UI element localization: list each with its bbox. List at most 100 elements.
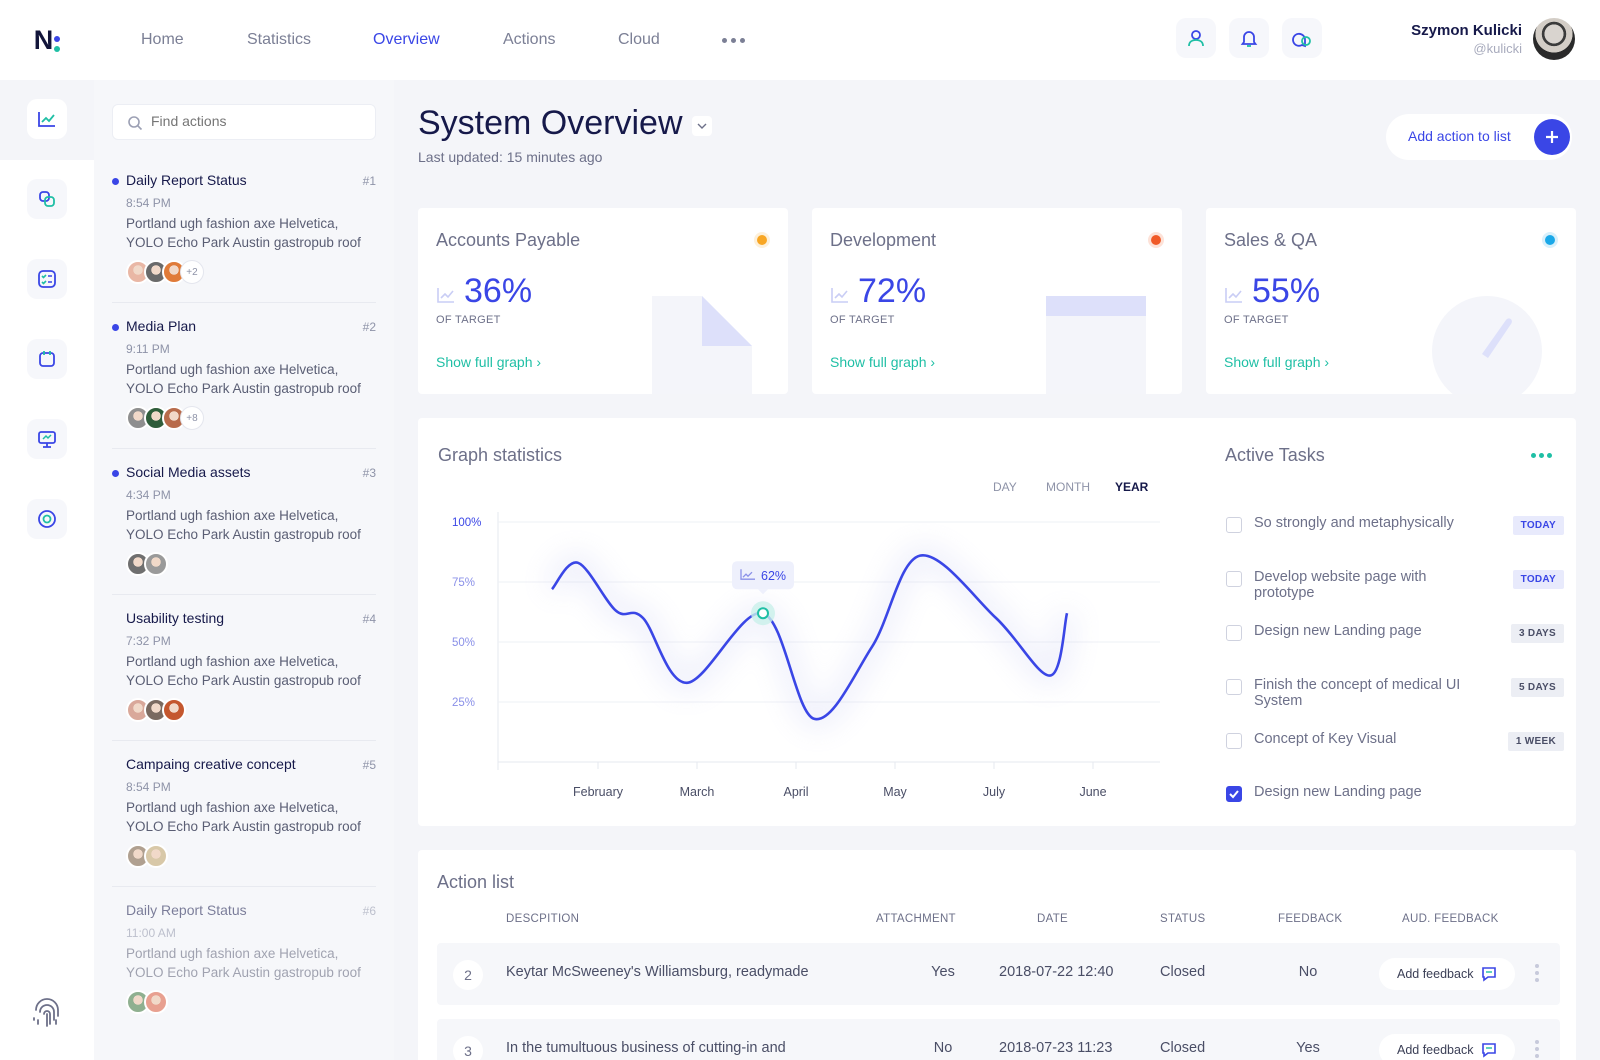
task-item[interactable]: Design new Landing page 3 DAYS bbox=[1226, 623, 1564, 663]
divider bbox=[112, 886, 376, 887]
list-item[interactable]: Social Media assets #3 4:34 PM Portland ugh… bbox=[112, 464, 376, 604]
task-checkbox[interactable] bbox=[1226, 625, 1242, 641]
row-menu-icon[interactable] bbox=[1535, 1040, 1539, 1058]
avatar[interactable] bbox=[144, 552, 168, 576]
y-tick-label: 50% bbox=[452, 637, 475, 649]
kpi-title: Development bbox=[830, 230, 937, 250]
x-tick-label: March bbox=[680, 785, 715, 799]
task-item[interactable]: So strongly and metaphysically TODAY bbox=[1226, 515, 1564, 555]
divider bbox=[112, 302, 376, 303]
user-name: Szymon Kulicki bbox=[1411, 22, 1522, 39]
monitor-icon[interactable] bbox=[27, 419, 67, 459]
add-feedback-label: Add feedback bbox=[1397, 1043, 1474, 1057]
add-feedback-button[interactable]: Add feedback bbox=[1379, 1034, 1515, 1060]
nav-home[interactable]: Home bbox=[141, 31, 184, 49]
item-number: #1 bbox=[362, 174, 376, 188]
row-status: Closed bbox=[1160, 964, 1206, 980]
task-checkbox[interactable] bbox=[1226, 571, 1242, 587]
task-checkbox[interactable] bbox=[1226, 679, 1242, 695]
nav-overview[interactable]: Overview bbox=[373, 31, 440, 49]
kpi-illustration bbox=[1046, 296, 1146, 394]
avatar[interactable] bbox=[162, 698, 186, 722]
show-graph-link[interactable]: Show full graph › bbox=[436, 354, 541, 370]
bell-icon[interactable] bbox=[1229, 18, 1269, 58]
list-item[interactable]: Daily Report Status #6 11:00 AM Portland ug… bbox=[112, 902, 376, 1042]
support-icon[interactable] bbox=[27, 499, 67, 539]
comment-icon bbox=[1481, 966, 1497, 982]
item-title: Social Media assets bbox=[126, 464, 251, 480]
task-checkbox[interactable] bbox=[1226, 517, 1242, 533]
chat-icon[interactable] bbox=[1282, 18, 1322, 58]
avatar-more-count[interactable]: +8 bbox=[180, 406, 204, 430]
show-graph-link[interactable]: Show full graph › bbox=[1224, 354, 1329, 370]
row-attachment: No bbox=[933, 1040, 953, 1056]
list-item[interactable]: Campaing creative concept #5 8:54 PM Portla… bbox=[112, 756, 376, 896]
table-row[interactable]: 2 Keytar McSweeney's Williamsburg, readym… bbox=[437, 943, 1560, 1005]
user-avatar[interactable] bbox=[1533, 18, 1575, 60]
nav-cloud[interactable]: Cloud bbox=[618, 31, 660, 49]
y-tick-label: 25% bbox=[452, 697, 475, 709]
layers-icon[interactable] bbox=[27, 179, 67, 219]
tasks-title: Active Tasks bbox=[1225, 445, 1325, 465]
range-day[interactable]: DAY bbox=[993, 480, 1017, 494]
list-item[interactable]: Media Plan #2 9:11 PM Portland ugh fashion … bbox=[112, 318, 376, 458]
nav-more-icon[interactable] bbox=[722, 38, 745, 43]
add-feedback-button[interactable]: Add feedback bbox=[1379, 958, 1515, 990]
link-label: Show full graph bbox=[830, 354, 927, 370]
item-title: Campaing creative concept bbox=[126, 756, 296, 772]
profile-icon[interactable] bbox=[1176, 18, 1216, 58]
col-description[interactable]: DESCPITION bbox=[506, 913, 579, 925]
highlight-point[interactable] bbox=[757, 607, 769, 620]
search-input[interactable] bbox=[151, 113, 361, 129]
fingerprint-icon[interactable] bbox=[30, 996, 64, 1030]
avatar-more-count[interactable]: +2 bbox=[180, 260, 204, 284]
calendar-icon[interactable] bbox=[27, 339, 67, 379]
table-row[interactable]: 3 In the tumultuous business of cutting-i… bbox=[437, 1019, 1560, 1060]
app-logo[interactable]: N bbox=[0, 0, 94, 80]
task-checkbox[interactable] bbox=[1226, 786, 1242, 802]
task-item[interactable]: Design new Landing page bbox=[1226, 784, 1564, 824]
add-action-label: Add action to list bbox=[1408, 128, 1511, 144]
check-icon bbox=[1229, 790, 1239, 799]
col-attachment[interactable]: ATTACHMENT bbox=[876, 913, 956, 925]
plus-icon bbox=[1534, 119, 1570, 155]
row-number: 2 bbox=[453, 960, 483, 990]
kpi-title: Sales & QA bbox=[1224, 230, 1318, 250]
line-chart: 100% 75% 50% 25% February March April May July J… bbox=[452, 512, 1160, 799]
col-status[interactable]: STATUS bbox=[1160, 913, 1205, 925]
nav-actions[interactable]: Actions bbox=[503, 31, 555, 49]
task-item[interactable]: Develop website page with prototype TODAY bbox=[1226, 569, 1564, 609]
show-graph-link[interactable]: Show full graph › bbox=[830, 354, 935, 370]
list-item[interactable]: Usability testing #4 7:32 PM Portland ugh f… bbox=[112, 610, 376, 750]
col-feedback[interactable]: FEEDBACK bbox=[1278, 913, 1342, 925]
more-icon[interactable] bbox=[1531, 453, 1552, 458]
chevron-down-icon[interactable] bbox=[692, 116, 712, 136]
item-description: Portland ugh fashion axe Helvetica, YOLO… bbox=[126, 508, 361, 542]
search-box[interactable] bbox=[112, 104, 376, 140]
range-month[interactable]: MONTH bbox=[1046, 480, 1090, 494]
nav-statistics[interactable]: Statistics bbox=[247, 31, 311, 49]
row-description: Keytar McSweeney's Williamsburg, readyma… bbox=[506, 964, 809, 980]
kpi-value: 72% bbox=[858, 272, 927, 310]
task-text: Design new Landing page bbox=[1254, 784, 1422, 800]
checklist-icon[interactable] bbox=[27, 259, 67, 299]
comment-icon bbox=[1481, 1042, 1497, 1058]
user-handle: @kulicki bbox=[1473, 41, 1522, 56]
task-item[interactable]: Finish the concept of medical UI System 5… bbox=[1226, 677, 1564, 717]
link-label: Show full graph bbox=[1224, 354, 1321, 370]
avatar[interactable] bbox=[144, 844, 168, 868]
avatar[interactable] bbox=[144, 990, 168, 1014]
col-aud-feedback[interactable]: AUD. FEEDBACK bbox=[1402, 913, 1499, 925]
y-tick-label: 75% bbox=[452, 577, 475, 589]
divider bbox=[112, 594, 376, 595]
task-checkbox[interactable] bbox=[1226, 733, 1242, 749]
add-action-button[interactable]: Add action to list bbox=[1386, 114, 1572, 160]
list-item[interactable]: Daily Report Status #1 8:54 PM Portland ugh… bbox=[112, 172, 376, 312]
task-item[interactable]: Concept of Key Visual 1 WEEK bbox=[1226, 731, 1564, 771]
chart-icon[interactable] bbox=[27, 99, 67, 139]
item-description: Portland ugh fashion axe Helvetica, YOLO… bbox=[126, 946, 361, 980]
item-title: Daily Report Status bbox=[126, 172, 247, 188]
range-year[interactable]: YEAR bbox=[1115, 480, 1148, 494]
row-menu-icon[interactable] bbox=[1535, 964, 1539, 982]
col-date[interactable]: DATE bbox=[1037, 913, 1068, 925]
